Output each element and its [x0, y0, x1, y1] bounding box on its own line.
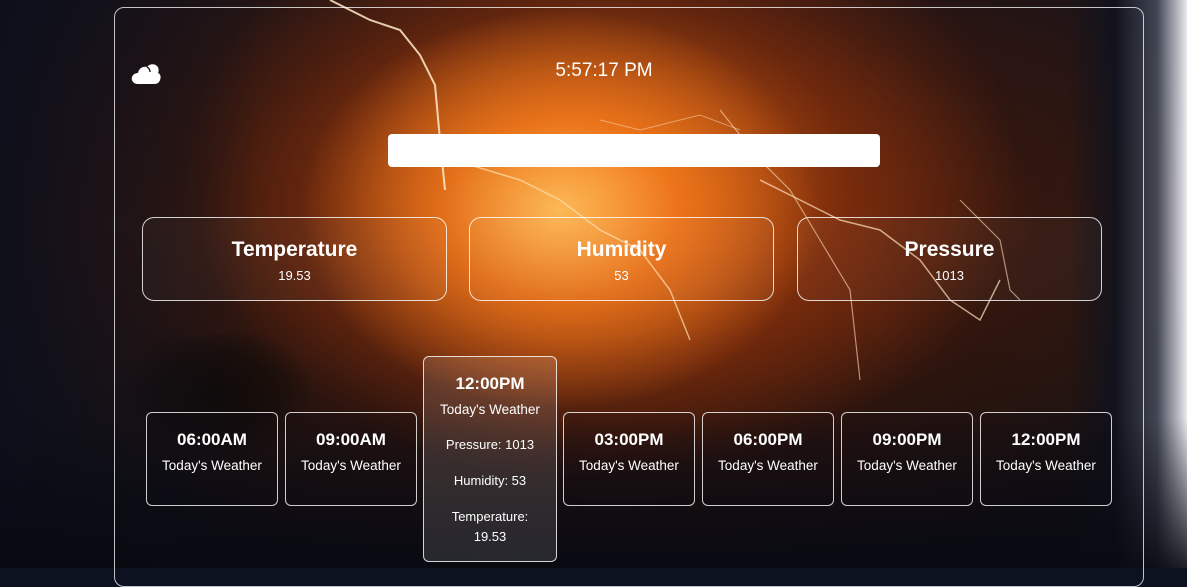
humidity-card: Humidity 53 — [469, 217, 774, 301]
forecast-time: 12:00PM — [1011, 430, 1081, 449]
cloud-icon — [131, 64, 161, 84]
city-search-input[interactable] — [388, 134, 880, 167]
forecast-card-0900pm[interactable]: 09:00PM Today's Weather — [841, 412, 973, 506]
forecast-card-0600pm[interactable]: 06:00PM Today's Weather — [702, 412, 834, 506]
forecast-card-0900am[interactable]: 09:00AM Today's Weather — [285, 412, 417, 506]
forecast-pressure: Pressure: 1013 — [445, 437, 535, 452]
forecast-subtitle: Today's Weather — [162, 458, 262, 473]
forecast-card-0300pm[interactable]: 03:00PM Today's Weather — [563, 412, 695, 506]
forecast-card-0600am[interactable]: 06:00AM Today's Weather — [146, 412, 278, 506]
forecast-time: 09:00AM — [316, 430, 386, 449]
pressure-value: 1013 — [935, 268, 964, 283]
forecast-time: 03:00PM — [594, 430, 664, 449]
forecast-subtitle: Today's Weather — [440, 402, 540, 417]
forecast-subtitle: Today's Weather — [996, 458, 1096, 473]
humidity-value: 53 — [614, 268, 629, 283]
forecast-subtitle: Today's Weather — [301, 458, 401, 473]
forecast-temperature-label: Temperature: — [451, 509, 529, 524]
current-time: 5:57:17 PM — [555, 60, 653, 81]
forecast-subtitle: Today's Weather — [579, 458, 679, 473]
forecast-temperature-value: 19.53 — [473, 529, 507, 544]
temperature-value: 19.53 — [278, 268, 311, 283]
forecast-time: 12:00PM — [455, 374, 525, 393]
forecast-time: 06:00PM — [733, 430, 803, 449]
pressure-card: Pressure 1013 — [797, 217, 1102, 301]
forecast-card-1200pm[interactable]: 12:00PM Today's Weather — [980, 412, 1112, 506]
forecast-time: 09:00PM — [872, 430, 942, 449]
temperature-label: Temperature — [231, 238, 358, 261]
pressure-label: Pressure — [904, 238, 995, 261]
humidity-label: Humidity — [576, 238, 667, 261]
forecast-humidity: Humidity: 53 — [453, 473, 527, 488]
forecast-card-1200pm-expanded[interactable]: 12:00PM Today's Weather Pressure: 1013 H… — [423, 356, 557, 562]
forecast-subtitle: Today's Weather — [718, 458, 818, 473]
forecast-subtitle: Today's Weather — [857, 458, 957, 473]
temperature-card: Temperature 19.53 — [142, 217, 447, 301]
forecast-time: 06:00AM — [177, 430, 247, 449]
